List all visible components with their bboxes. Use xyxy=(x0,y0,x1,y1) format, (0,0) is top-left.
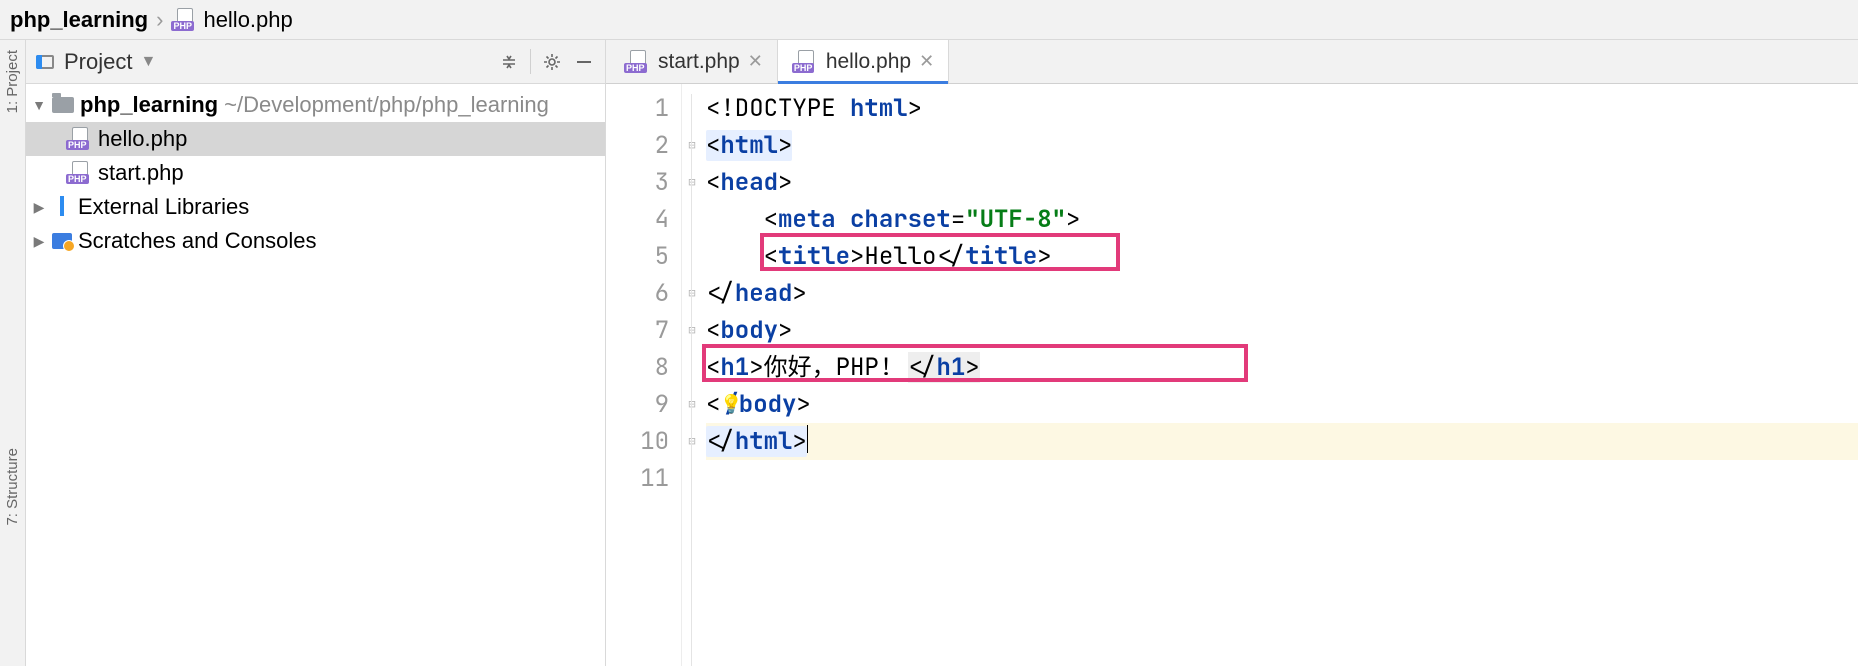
project-panel: Project ▼ ▼ php_learning ~/Development/p… xyxy=(26,40,606,666)
fold-end-icon[interactable]: ⊟ xyxy=(682,275,702,312)
tree-external-libraries[interactable]: ▶ External Libraries xyxy=(26,190,605,224)
breadcrumb-bar: php_learning hello.php xyxy=(0,0,1858,40)
tree-item-path: ~/Development/php/php_learning xyxy=(224,92,549,118)
collapse-all-icon[interactable] xyxy=(498,51,520,73)
tree-scratches[interactable]: ▶ Scratches and Consoles xyxy=(26,224,605,258)
line-number: 6 xyxy=(606,275,669,312)
tab-label: start.php xyxy=(658,50,740,74)
scratch-icon xyxy=(52,233,72,249)
code-line[interactable]: <meta charset="UTF-8"> xyxy=(706,201,1858,238)
php-file-icon xyxy=(792,53,818,71)
fold-end-icon[interactable]: ⊟ xyxy=(682,386,702,423)
tab-label: hello.php xyxy=(826,50,911,74)
code-line[interactable]: <head> xyxy=(706,164,1858,201)
php-file-icon xyxy=(66,130,92,148)
tool-strip-left: 1: Project 7: Structure xyxy=(0,40,26,666)
folder-icon xyxy=(52,97,74,113)
library-icon xyxy=(52,199,72,215)
project-panel-header: Project ▼ xyxy=(26,40,605,84)
close-icon[interactable]: ✕ xyxy=(748,51,763,72)
tree-item-label: start.php xyxy=(98,160,184,186)
project-panel-title: Project xyxy=(64,49,132,75)
fold-icon[interactable]: ⊟ xyxy=(682,312,702,349)
tab-hello-php[interactable]: hello.php ✕ xyxy=(778,40,949,83)
breadcrumb-separator-icon xyxy=(156,7,163,33)
tree-item-label: External Libraries xyxy=(78,194,249,220)
breadcrumb-file-label: hello.php xyxy=(203,7,292,33)
toolwindow-project-button[interactable]: 1: Project xyxy=(4,50,21,113)
php-file-icon xyxy=(624,53,650,71)
line-number: 1 xyxy=(606,90,669,127)
tree-project-root[interactable]: ▼ php_learning ~/Development/php/php_lea… xyxy=(26,88,605,122)
code-line[interactable]: <💡/body> xyxy=(706,386,1858,423)
toolwindow-structure-button[interactable]: 7: Structure xyxy=(4,448,21,526)
breadcrumb-root-label: php_learning xyxy=(10,7,148,33)
fold-icon[interactable]: ⊟ xyxy=(682,127,702,164)
editor-area: start.php ✕ hello.php ✕ 1 2 3 4 5 6 7 8 … xyxy=(606,40,1858,666)
line-number: 5 xyxy=(606,238,669,275)
tree-file-start[interactable]: start.php xyxy=(26,156,605,190)
line-number: 7 xyxy=(606,312,669,349)
expand-icon[interactable]: ▶ xyxy=(32,199,46,216)
code-content[interactable]: <!DOCTYPE html> <html> <head> <meta char… xyxy=(702,84,1858,666)
code-line-current[interactable]: </html> xyxy=(706,423,1858,460)
expand-icon[interactable]: ▶ xyxy=(32,233,46,250)
project-tree[interactable]: ▼ php_learning ~/Development/php/php_lea… xyxy=(26,84,605,666)
code-line[interactable]: <h1>你好，PHP! </h1> xyxy=(706,349,1858,386)
editor-tabs: start.php ✕ hello.php ✕ xyxy=(606,40,1858,84)
code-line[interactable]: <html> xyxy=(706,127,1858,164)
code-editor[interactable]: 1 2 3 4 5 6 7 8 9 10 11 ⊟ ⊟ ⊟ ⊟ xyxy=(606,84,1858,666)
project-view-icon xyxy=(36,55,54,69)
line-number: 3 xyxy=(606,164,669,201)
code-line[interactable]: <title>Hello</title> xyxy=(706,238,1858,275)
line-gutter: 1 2 3 4 5 6 7 8 9 10 11 xyxy=(606,84,682,666)
intention-bulb-icon[interactable]: 💡 xyxy=(720,386,740,406)
dropdown-icon[interactable]: ▼ xyxy=(140,53,156,71)
tree-item-label: hello.php xyxy=(98,126,187,152)
divider xyxy=(530,49,531,75)
breadcrumb-root[interactable]: php_learning xyxy=(10,7,148,33)
line-number: 8 xyxy=(606,349,669,386)
line-number: 11 xyxy=(606,460,669,497)
fold-end-icon[interactable]: ⊟ xyxy=(682,423,702,460)
line-number: 10 xyxy=(606,423,669,460)
line-number: 2 xyxy=(606,127,669,164)
php-file-icon xyxy=(66,164,92,182)
tree-file-hello[interactable]: hello.php xyxy=(26,122,605,156)
fold-icon[interactable]: ⊟ xyxy=(682,164,702,201)
code-line[interactable]: </head> xyxy=(706,275,1858,312)
gear-icon[interactable] xyxy=(541,51,563,73)
breadcrumb-file[interactable]: hello.php xyxy=(171,7,292,33)
tab-start-php[interactable]: start.php ✕ xyxy=(610,40,778,83)
fold-gutter: ⊟ ⊟ ⊟ ⊟ ⊟ ⊟ xyxy=(682,84,702,666)
caret xyxy=(807,425,808,453)
close-icon[interactable]: ✕ xyxy=(919,51,934,72)
expand-icon[interactable]: ▼ xyxy=(32,97,46,113)
code-line[interactable]: <body> xyxy=(706,312,1858,349)
hide-panel-icon[interactable] xyxy=(573,51,595,73)
code-line[interactable] xyxy=(706,460,1858,497)
line-number: 4 xyxy=(606,201,669,238)
line-number: 9 xyxy=(606,386,669,423)
tree-item-label: php_learning xyxy=(80,92,218,118)
code-line[interactable]: <!DOCTYPE html> xyxy=(706,90,1858,127)
php-file-icon xyxy=(171,11,197,29)
tree-item-label: Scratches and Consoles xyxy=(78,228,316,254)
